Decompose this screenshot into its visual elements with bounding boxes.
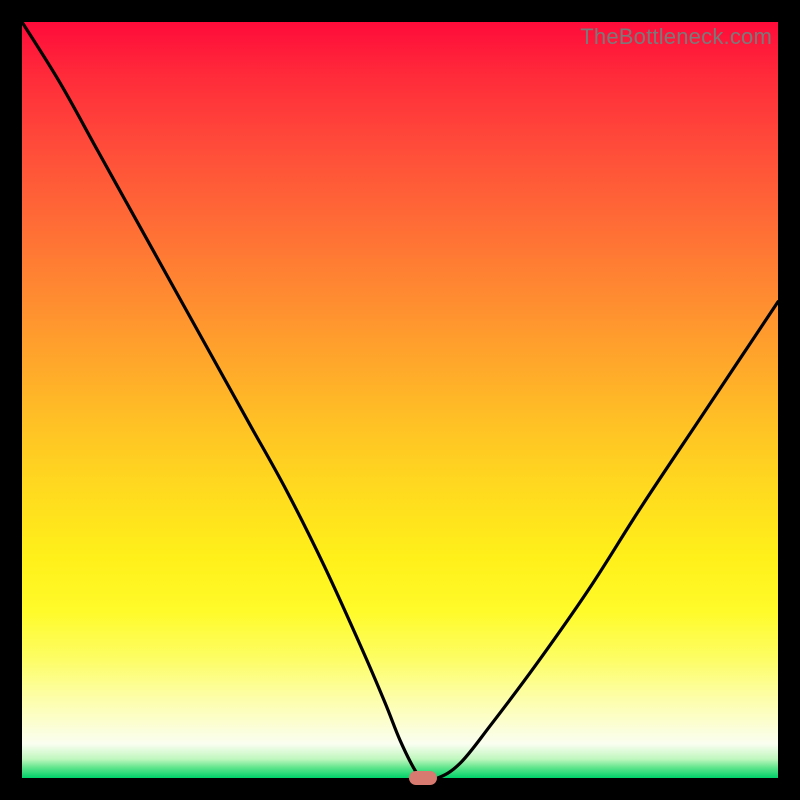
chart-frame: TheBottleneck.com — [0, 0, 800, 800]
bottleneck-curve — [22, 22, 778, 778]
optimum-marker — [409, 771, 437, 785]
plot-area: TheBottleneck.com — [22, 22, 778, 778]
